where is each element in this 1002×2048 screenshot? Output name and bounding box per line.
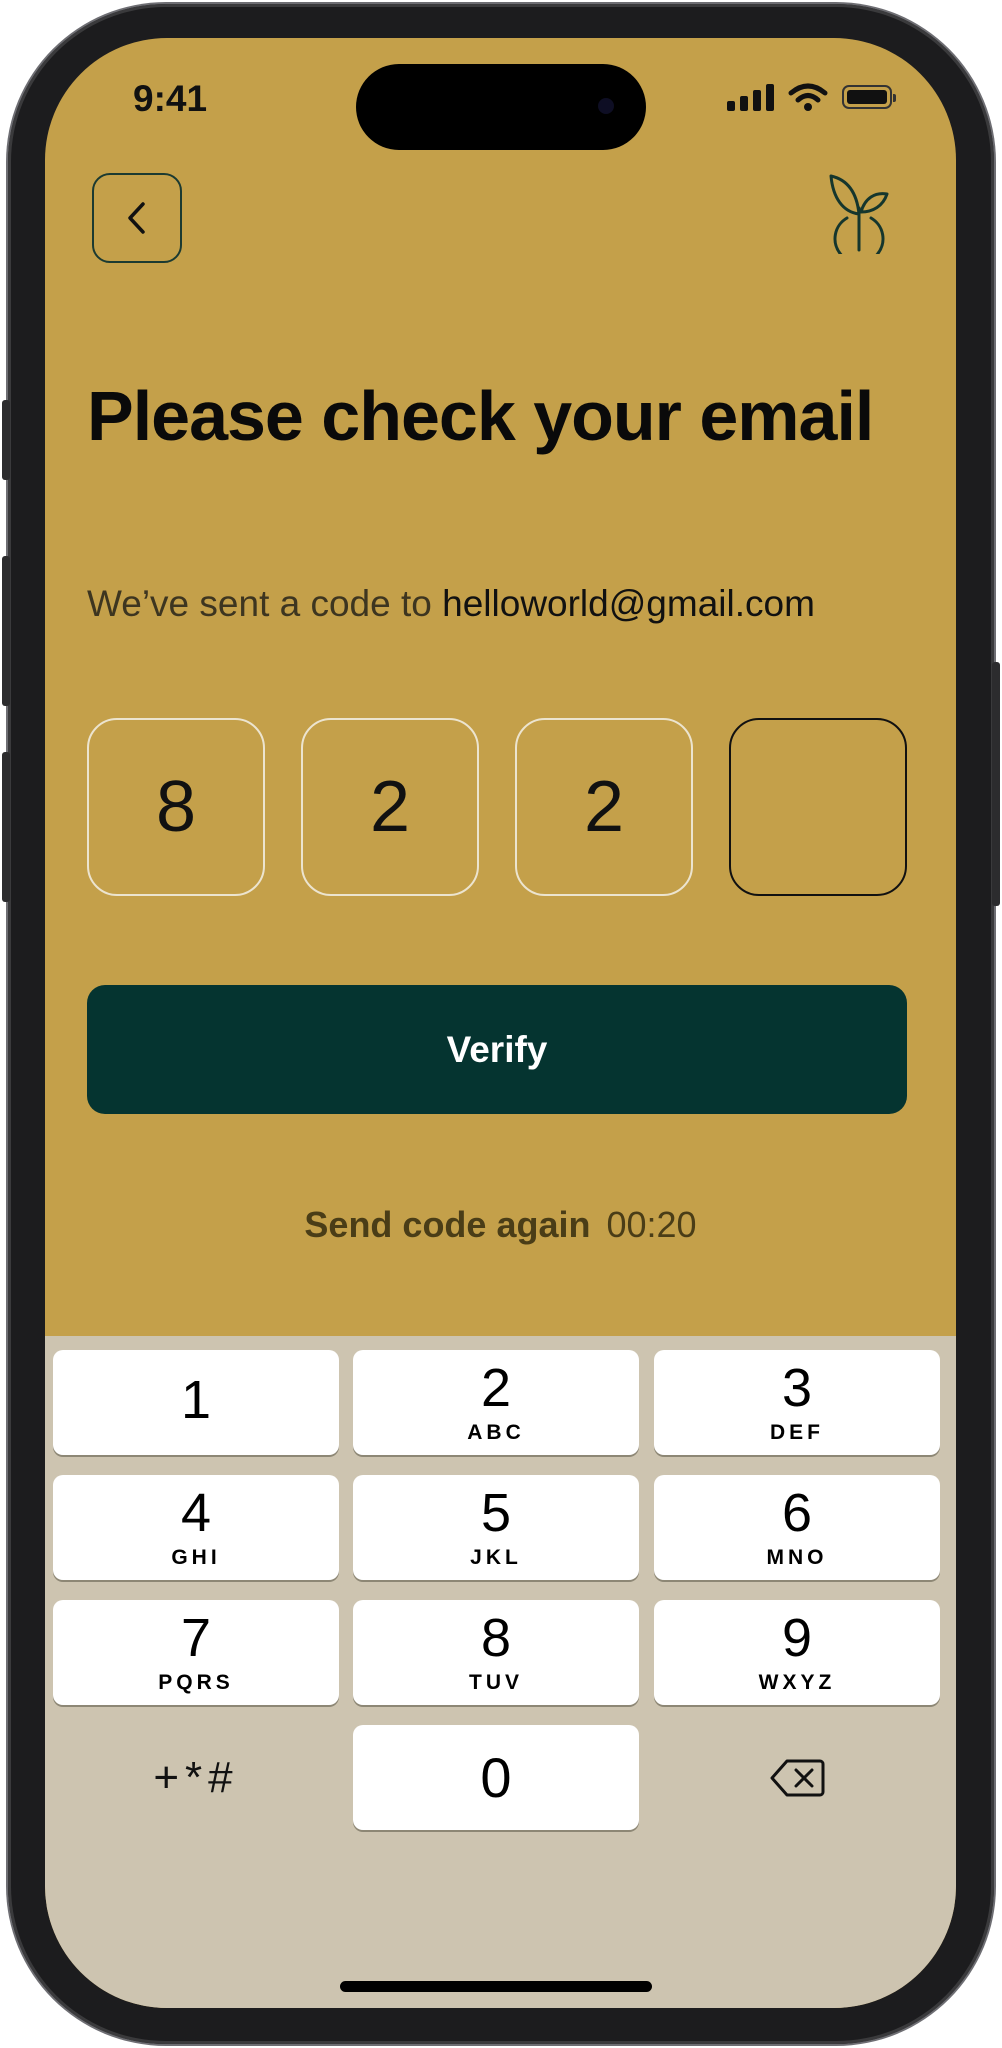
home-indicator[interactable] (340, 1981, 652, 1992)
email-address: helloworld@gmail.com (442, 583, 815, 624)
key-digit: 5 (480, 1482, 512, 1543)
symbols-label: +*# (153, 1752, 239, 1802)
volume-up-button (2, 556, 10, 706)
key-1[interactable]: 1 (53, 1350, 339, 1455)
numeric-keyboard: 1 2 ABC 3 DEF 4 GHI 5 JKL 6 MNO 7 PQRS 8 (45, 1336, 956, 2008)
key-digit: 7 (180, 1607, 212, 1668)
code-digit-3[interactable]: 2 (515, 718, 693, 896)
key-6[interactable]: 6 MNO (654, 1475, 940, 1580)
key-digit: 2 (480, 1357, 512, 1418)
status-bar: 9:41 (45, 38, 956, 158)
cellular-signal-icon (727, 83, 774, 111)
key-digit: 1 (180, 1369, 212, 1430)
code-digit-2[interactable]: 2 (301, 718, 479, 896)
battery-icon (842, 85, 896, 109)
key-digit: 8 (480, 1607, 512, 1668)
verify-button[interactable]: Verify (87, 985, 907, 1114)
status-icons (727, 82, 896, 112)
subtitle: We’ve sent a code to helloworld@gmail.co… (87, 583, 815, 625)
key-9[interactable]: 9 WXYZ (654, 1600, 940, 1705)
key-4[interactable]: 4 GHI (53, 1475, 339, 1580)
key-digit: 0 (480, 1745, 512, 1809)
key-digit: 9 (781, 1607, 813, 1668)
sprout-logo-icon (829, 174, 889, 254)
key-letters: TUV (469, 1670, 523, 1694)
dynamic-island (356, 64, 646, 150)
action-button (2, 400, 10, 480)
subtitle-text: We’ve sent a code to (87, 583, 443, 624)
key-letters: JKL (470, 1545, 522, 1569)
key-2[interactable]: 2 ABC (353, 1350, 639, 1455)
key-letters: ABC (467, 1420, 525, 1444)
delete-key[interactable] (654, 1725, 940, 1830)
key-letters: GHI (171, 1545, 221, 1569)
power-button (992, 662, 1000, 906)
resend-timer: 00:20 (606, 1204, 697, 1245)
symbols-key[interactable]: +*# (53, 1725, 339, 1830)
key-7[interactable]: 7 PQRS (53, 1600, 339, 1705)
key-letters: DEF (770, 1420, 824, 1444)
resend-row: Send code again 00:20 (45, 1204, 956, 1246)
screen: 9:41 Please check your email We’ve sent … (45, 38, 956, 2008)
status-time: 9:41 (133, 78, 208, 119)
volume-down-button (2, 752, 10, 902)
key-digit: 6 (781, 1482, 813, 1543)
camera (598, 98, 614, 114)
code-digit-1[interactable]: 8 (87, 718, 265, 896)
wifi-icon (788, 83, 828, 111)
key-letters: PQRS (158, 1670, 234, 1694)
backspace-icon (770, 1759, 825, 1796)
page-title: Please check your email (87, 377, 874, 455)
code-digit-4[interactable] (729, 718, 907, 896)
key-3[interactable]: 3 DEF (654, 1350, 940, 1455)
send-code-again-link[interactable]: Send code again (304, 1204, 590, 1245)
key-0[interactable]: 0 (353, 1725, 639, 1830)
back-button[interactable] (92, 173, 182, 263)
key-letters: WXYZ (758, 1670, 836, 1694)
key-5[interactable]: 5 JKL (353, 1475, 639, 1580)
key-letters: MNO (766, 1545, 828, 1569)
key-digit: 4 (180, 1482, 212, 1543)
chevron-left-icon (128, 202, 145, 234)
key-digit: 3 (781, 1357, 813, 1418)
verification-code-inputs: 8 2 2 (87, 718, 907, 896)
key-8[interactable]: 8 TUV (353, 1600, 639, 1705)
